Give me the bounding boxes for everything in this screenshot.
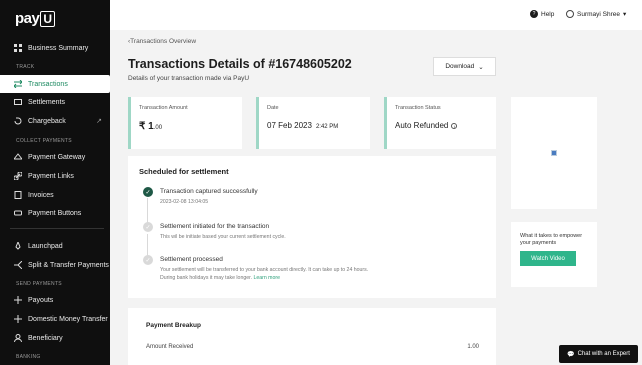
sidebar: pay U Business Summary TRACK Transactions… [0,0,110,365]
promo-card: What it takes to empower your payments W… [511,222,597,287]
date-card: Date 07 Feb 2023 2:42 PM [256,97,370,149]
sidebar-item-settlements[interactable]: Settlements [0,93,110,111]
download-button[interactable]: Download ⌄ [433,57,496,76]
split-icon [14,261,22,269]
section-collect: COLLECT PAYMENTS [16,138,72,144]
avatar [566,10,574,18]
breakup-row-label: Amount Received [146,344,194,350]
sidebar-item-payment-gateway[interactable]: Payment Gateway [0,148,110,166]
chargeback-icon [14,117,22,125]
link-icon [14,172,22,180]
sidebar-item-label: Payment Links [28,172,74,180]
breakup-row: Amount Received 1.00 [146,344,479,350]
external-link-icon[interactable]: ↗ [96,117,102,125]
step-title: Settlement processed [160,256,223,263]
sidebar-divider [10,228,104,229]
sidebar-item-transactions[interactable]: Transactions [0,75,110,93]
sidebar-item-domestic-transfer[interactable]: Domestic Money Transfer [0,310,110,328]
breakup-title: Payment Breakup [146,322,201,329]
help-link[interactable]: ? Help [530,10,554,18]
settlement-title: Scheduled for settlement [139,167,229,176]
sidebar-item-label: Beneficiary [28,334,63,342]
top-header [110,0,642,30]
page-title: Transactions Details of #16748605202 [128,57,352,71]
sidebar-item-label: Payment Buttons [28,209,82,217]
section-send: SEND PAYMENTS [16,281,62,287]
check-icon: ✓ [143,187,153,197]
beneficiary-icon [14,334,22,342]
chevron-down-icon: ⌄ [478,63,484,71]
timeline-line [147,198,148,224]
sidebar-item-split-transfer[interactable]: Split & Transfer Payments [0,256,110,274]
promo-text: What it takes to empower your payments [520,233,583,247]
section-banking: BANKING [16,354,41,360]
sidebar-item-launchpad[interactable]: Launchpad [0,237,110,255]
info-icon[interactable]: i [451,122,458,129]
breadcrumb-label: Transactions Overview [130,38,197,45]
page-subtitle: Details of your transaction made via Pay… [128,75,250,82]
amount-label: Transaction Amount [139,105,188,111]
sidebar-item-label: Settlements [28,98,65,106]
grid-icon [14,44,22,52]
user-name: Surmayi Shree [577,10,620,18]
promo-image [511,97,597,209]
chevron-down-icon: ▾ [623,11,627,18]
status-card: Transaction Status Auto Refunded i [384,97,496,149]
step-description: This wil be initiate based your current … [160,234,286,240]
status-value: Auto Refunded i [395,121,488,130]
amount-card: Transaction Amount ₹ 1.00 [128,97,242,149]
check-icon: ✓ [143,222,153,232]
payouts-icon [14,296,22,304]
sidebar-item-label: Launchpad [28,242,63,250]
breakup-row-value: 1.00 [467,344,479,350]
rocket-icon [14,242,22,250]
date-value: 07 Feb 2023 2:42 PM [267,121,339,130]
sidebar-item-label: Domestic Money Transfer [28,315,108,323]
payu-logo[interactable]: pay U [15,10,55,27]
sidebar-item-payment-links[interactable]: Payment Links [0,167,110,185]
step-description: Your settlement will be transferred to y… [160,267,369,281]
step-title: Transaction captured successfully [160,188,258,195]
status-label: Transaction Status [395,105,441,111]
section-track: TRACK [16,64,35,70]
broken-image-icon [551,150,557,156]
sidebar-item-payouts[interactable]: Payouts [0,291,110,309]
check-icon: ✓ [143,255,153,265]
help-label: Help [541,10,555,18]
chat-expert-button[interactable]: 💬 Chat with an Expert [559,345,638,363]
user-menu[interactable]: Surmayi Shree ▾ [566,10,626,18]
gateway-icon [14,153,22,161]
chat-icon: 💬 [567,351,575,358]
sidebar-item-label: Invoices [28,191,54,199]
sidebar-item-label: Payouts [28,296,54,304]
sidebar-item-label: Business Summary [28,44,89,52]
download-label: Download [445,63,475,70]
step-title: Settlement initiated for the transaction [160,223,270,230]
sidebar-item-payment-buttons[interactable]: Payment Buttons [0,204,110,222]
sidebar-item-label: Payment Gateway [28,153,86,161]
watch-video-button[interactable]: Watch Video [520,251,576,267]
help-icon: ? [530,10,538,18]
sidebar-item-chargeback[interactable]: Chargeback ↗ [0,112,110,130]
sidebar-item-invoices[interactable]: Invoices [0,186,110,204]
transactions-icon [14,80,22,88]
breadcrumb[interactable]: ‹Transactions Overview [128,38,196,45]
transfer-icon [14,315,22,323]
learn-more-link[interactable]: Learn more [253,275,280,281]
sidebar-item-label: Split & Transfer Payments [28,261,109,269]
step-description: 2023-02-08 13:04:05 [160,199,209,205]
amount-value: ₹ 1.00 [139,121,163,132]
sidebar-item-label: Transactions [28,80,68,88]
payment-breakup-card: Payment Breakup Amount Received 1.00 [128,308,496,365]
sidebar-item-label: Chargeback [28,117,66,125]
date-label: Date [267,105,279,111]
chat-label: Chat with an Expert [577,351,630,357]
sidebar-item-beneficiary[interactable]: Beneficiary [0,329,110,347]
invoice-icon [14,191,22,199]
sidebar-item-business-summary[interactable]: Business Summary [0,39,110,57]
settlement-card: Scheduled for settlement ✓ Transaction c… [128,156,496,298]
button-icon [14,209,22,217]
settlements-icon [14,98,22,106]
